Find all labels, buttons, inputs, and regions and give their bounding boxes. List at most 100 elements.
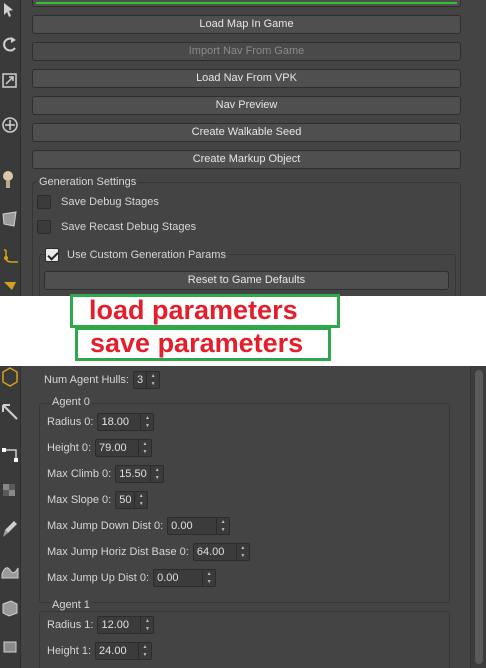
create-walkable-seed-button[interactable]: Create Walkable Seed xyxy=(32,123,461,142)
save-recast-debug-stages-label: Save Recast Debug Stages xyxy=(61,221,197,233)
tools-panel-bottom: Num Agent Hulls: 3 ▲ ▼ Agent 0 Radius 0: … xyxy=(0,366,486,668)
spin-down-icon[interactable]: ▼ xyxy=(237,552,249,560)
agent-1-height-spinbox[interactable]: 24.00 ▲ ▼ xyxy=(95,642,153,660)
spin-down-icon[interactable]: ▼ xyxy=(139,448,151,456)
spin-up-icon[interactable]: ▲ xyxy=(203,570,215,578)
agent-1-height-row: Height 1: 24.00 ▲ ▼ xyxy=(47,641,153,661)
agent-0-max-climb-spinbox[interactable]: 15.50 ▲ ▼ xyxy=(115,465,165,483)
paint-tool-icon[interactable] xyxy=(0,518,20,540)
import-nav-from-game-button[interactable]: Import Nav From Game xyxy=(32,42,461,61)
create-markup-object-button[interactable]: Create Markup Object xyxy=(32,150,461,169)
use-custom-params-row[interactable]: Use Custom Generation Params xyxy=(45,247,230,263)
spin-up-icon[interactable]: ▲ xyxy=(237,544,249,552)
spin-down-icon[interactable]: ▼ xyxy=(139,651,151,659)
spin-up-icon[interactable]: ▲ xyxy=(141,617,153,625)
agent-0-max-climb-row: Max Climb 0: 15.50 ▲ ▼ xyxy=(47,464,165,484)
load-nav-from-vpk-button[interactable]: Load Nav From VPK xyxy=(32,69,461,88)
use-custom-params-label: Use Custom Generation Params xyxy=(67,249,226,261)
num-agent-hulls-label: Num Agent Hulls: xyxy=(44,374,129,386)
agent-0-max-climb-value[interactable]: 15.50 xyxy=(116,466,150,482)
reset-to-game-defaults-button[interactable]: Reset to Game Defaults xyxy=(44,271,449,290)
agent-1-radius-spinbox[interactable]: 12.00 ▲ ▼ xyxy=(97,616,155,634)
agent-0-max-slope-label: Max Slope 0: xyxy=(47,494,112,506)
save-debug-stages-checkbox[interactable] xyxy=(37,195,51,209)
agent-0-max-climb-label: Max Climb 0: xyxy=(47,468,112,480)
num-agent-hulls-spinbox[interactable]: 3 ▲ ▼ xyxy=(132,371,161,389)
overlay-tool-icon[interactable] xyxy=(0,280,20,296)
hex-tool-icon[interactable] xyxy=(0,366,20,388)
agent-0-radius-row: Radius 0: 18.00 ▲ ▼ xyxy=(47,412,155,432)
load-map-in-game-button[interactable]: Load Map In Game xyxy=(32,15,461,34)
spin-down-icon[interactable]: ▼ xyxy=(151,474,163,482)
agent-0-jump-down-spinbox[interactable]: 0.00 ▲ ▼ xyxy=(167,517,231,535)
spin-up-icon[interactable]: ▲ xyxy=(151,466,163,474)
agent-0-radius-label: Radius 0: xyxy=(47,416,94,428)
agent-1-height-label: Height 1: xyxy=(47,645,92,657)
num-agent-hulls-value[interactable]: 3 xyxy=(134,372,146,388)
entity-tool-icon[interactable] xyxy=(0,168,20,190)
transform-tool-icon[interactable] xyxy=(0,114,20,136)
path-tool-icon[interactable] xyxy=(0,246,20,268)
agent-0-height-label: Height 0: xyxy=(47,442,92,454)
spin-up-icon[interactable]: ▲ xyxy=(141,414,153,422)
agent-1-radius-label: Radius 1: xyxy=(47,619,94,631)
save-parameters-annotation: save parameters xyxy=(75,327,331,361)
spin-up-icon[interactable]: ▲ xyxy=(139,643,151,651)
spin-up-icon[interactable]: ▲ xyxy=(139,440,151,448)
spin-down-icon[interactable]: ▼ xyxy=(147,380,159,388)
spin-down-icon[interactable]: ▼ xyxy=(135,500,147,508)
agent-0-jump-horiz-spinbox[interactable]: 64.00 ▲ ▼ xyxy=(192,543,250,561)
spin-down-icon[interactable]: ▼ xyxy=(203,578,215,586)
agent-0-jump-up-row: Max Jump Up Dist 0: 0.00 ▲ ▼ xyxy=(47,568,217,588)
displacement-tool-icon[interactable] xyxy=(0,560,20,582)
spin-down-icon[interactable]: ▼ xyxy=(141,422,153,430)
clip-tool-icon[interactable] xyxy=(0,402,20,424)
tools-panel-top: Load Map In Game Import Nav From Game Lo… xyxy=(0,0,486,296)
generation-settings-title: Generation Settings xyxy=(37,176,139,188)
agent-0-jump-up-value[interactable]: 0.00 xyxy=(154,570,202,586)
progress-fill xyxy=(36,2,457,4)
save-debug-stages-label: Save Debug Stages xyxy=(61,196,159,208)
agent-1-radius-row: Radius 1: 12.00 ▲ ▼ xyxy=(47,615,155,635)
texture-tool-icon[interactable] xyxy=(0,480,20,502)
agent-0-jump-up-label: Max Jump Up Dist 0: xyxy=(47,572,150,584)
brush-tool-icon[interactable] xyxy=(0,208,20,230)
save-debug-stages-row[interactable]: Save Debug Stages xyxy=(37,194,159,210)
scale-tool-icon[interactable] xyxy=(0,70,20,92)
agent-0-jump-down-value[interactable]: 0.00 xyxy=(168,518,216,534)
save-recast-debug-stages-checkbox[interactable] xyxy=(37,220,51,234)
vertex-tool-icon[interactable] xyxy=(0,444,20,466)
save-recast-debug-stages-row[interactable]: Save Recast Debug Stages xyxy=(37,219,196,235)
spin-up-icon[interactable]: ▲ xyxy=(135,492,147,500)
load-parameters-annotation: load parameters xyxy=(70,294,340,328)
agent-0-jump-horiz-label: Max Jump Horiz Dist Base 0: xyxy=(47,546,189,558)
agent-0-jump-down-row: Max Jump Down Dist 0: 0.00 ▲ ▼ xyxy=(47,516,231,536)
spin-up-icon[interactable]: ▲ xyxy=(147,372,159,380)
num-agent-hulls-row: Num Agent Hulls: 3 ▲ ▼ xyxy=(44,370,161,390)
spin-down-icon[interactable]: ▼ xyxy=(141,625,153,633)
rotate-tool-icon[interactable] xyxy=(0,34,20,56)
spin-down-icon[interactable]: ▼ xyxy=(217,526,229,534)
agent-0-jump-horiz-value[interactable]: 64.00 xyxy=(194,544,236,560)
nav-preview-button[interactable]: Nav Preview xyxy=(32,96,461,115)
scrollbar-thumb[interactable] xyxy=(475,370,483,664)
agent-0-radius-spinbox[interactable]: 18.00 ▲ ▼ xyxy=(97,413,155,431)
agent-1-height-value[interactable]: 24.00 xyxy=(96,643,138,659)
agent-0-height-value[interactable]: 79.00 xyxy=(96,440,138,456)
agent-0-radius-value[interactable]: 18.00 xyxy=(98,414,140,430)
pointer-tool-icon[interactable] xyxy=(0,0,20,22)
agent-0-max-slope-spinbox[interactable]: 50 ▲ ▼ xyxy=(115,491,149,509)
agent-0-jump-up-spinbox[interactable]: 0.00 ▲ ▼ xyxy=(153,569,217,587)
left-toolbar-lower xyxy=(0,366,21,668)
agent-1-radius-value[interactable]: 12.00 xyxy=(98,617,140,633)
agent-0-height-spinbox[interactable]: 79.00 ▲ ▼ xyxy=(95,439,153,457)
agent-0-max-slope-value[interactable]: 50 xyxy=(116,492,134,508)
cylinder-tool-icon[interactable] xyxy=(0,636,20,658)
agent-0-max-slope-row: Max Slope 0: 50 ▲ ▼ xyxy=(47,490,149,510)
vertical-scrollbar[interactable] xyxy=(470,366,486,668)
spin-up-icon[interactable]: ▲ xyxy=(217,518,229,526)
generate-progress-button[interactable] xyxy=(32,0,461,7)
block-tool-icon[interactable] xyxy=(0,598,20,620)
use-custom-params-checkbox[interactable] xyxy=(45,248,59,262)
agent-0-title: Agent 0 xyxy=(50,396,92,408)
